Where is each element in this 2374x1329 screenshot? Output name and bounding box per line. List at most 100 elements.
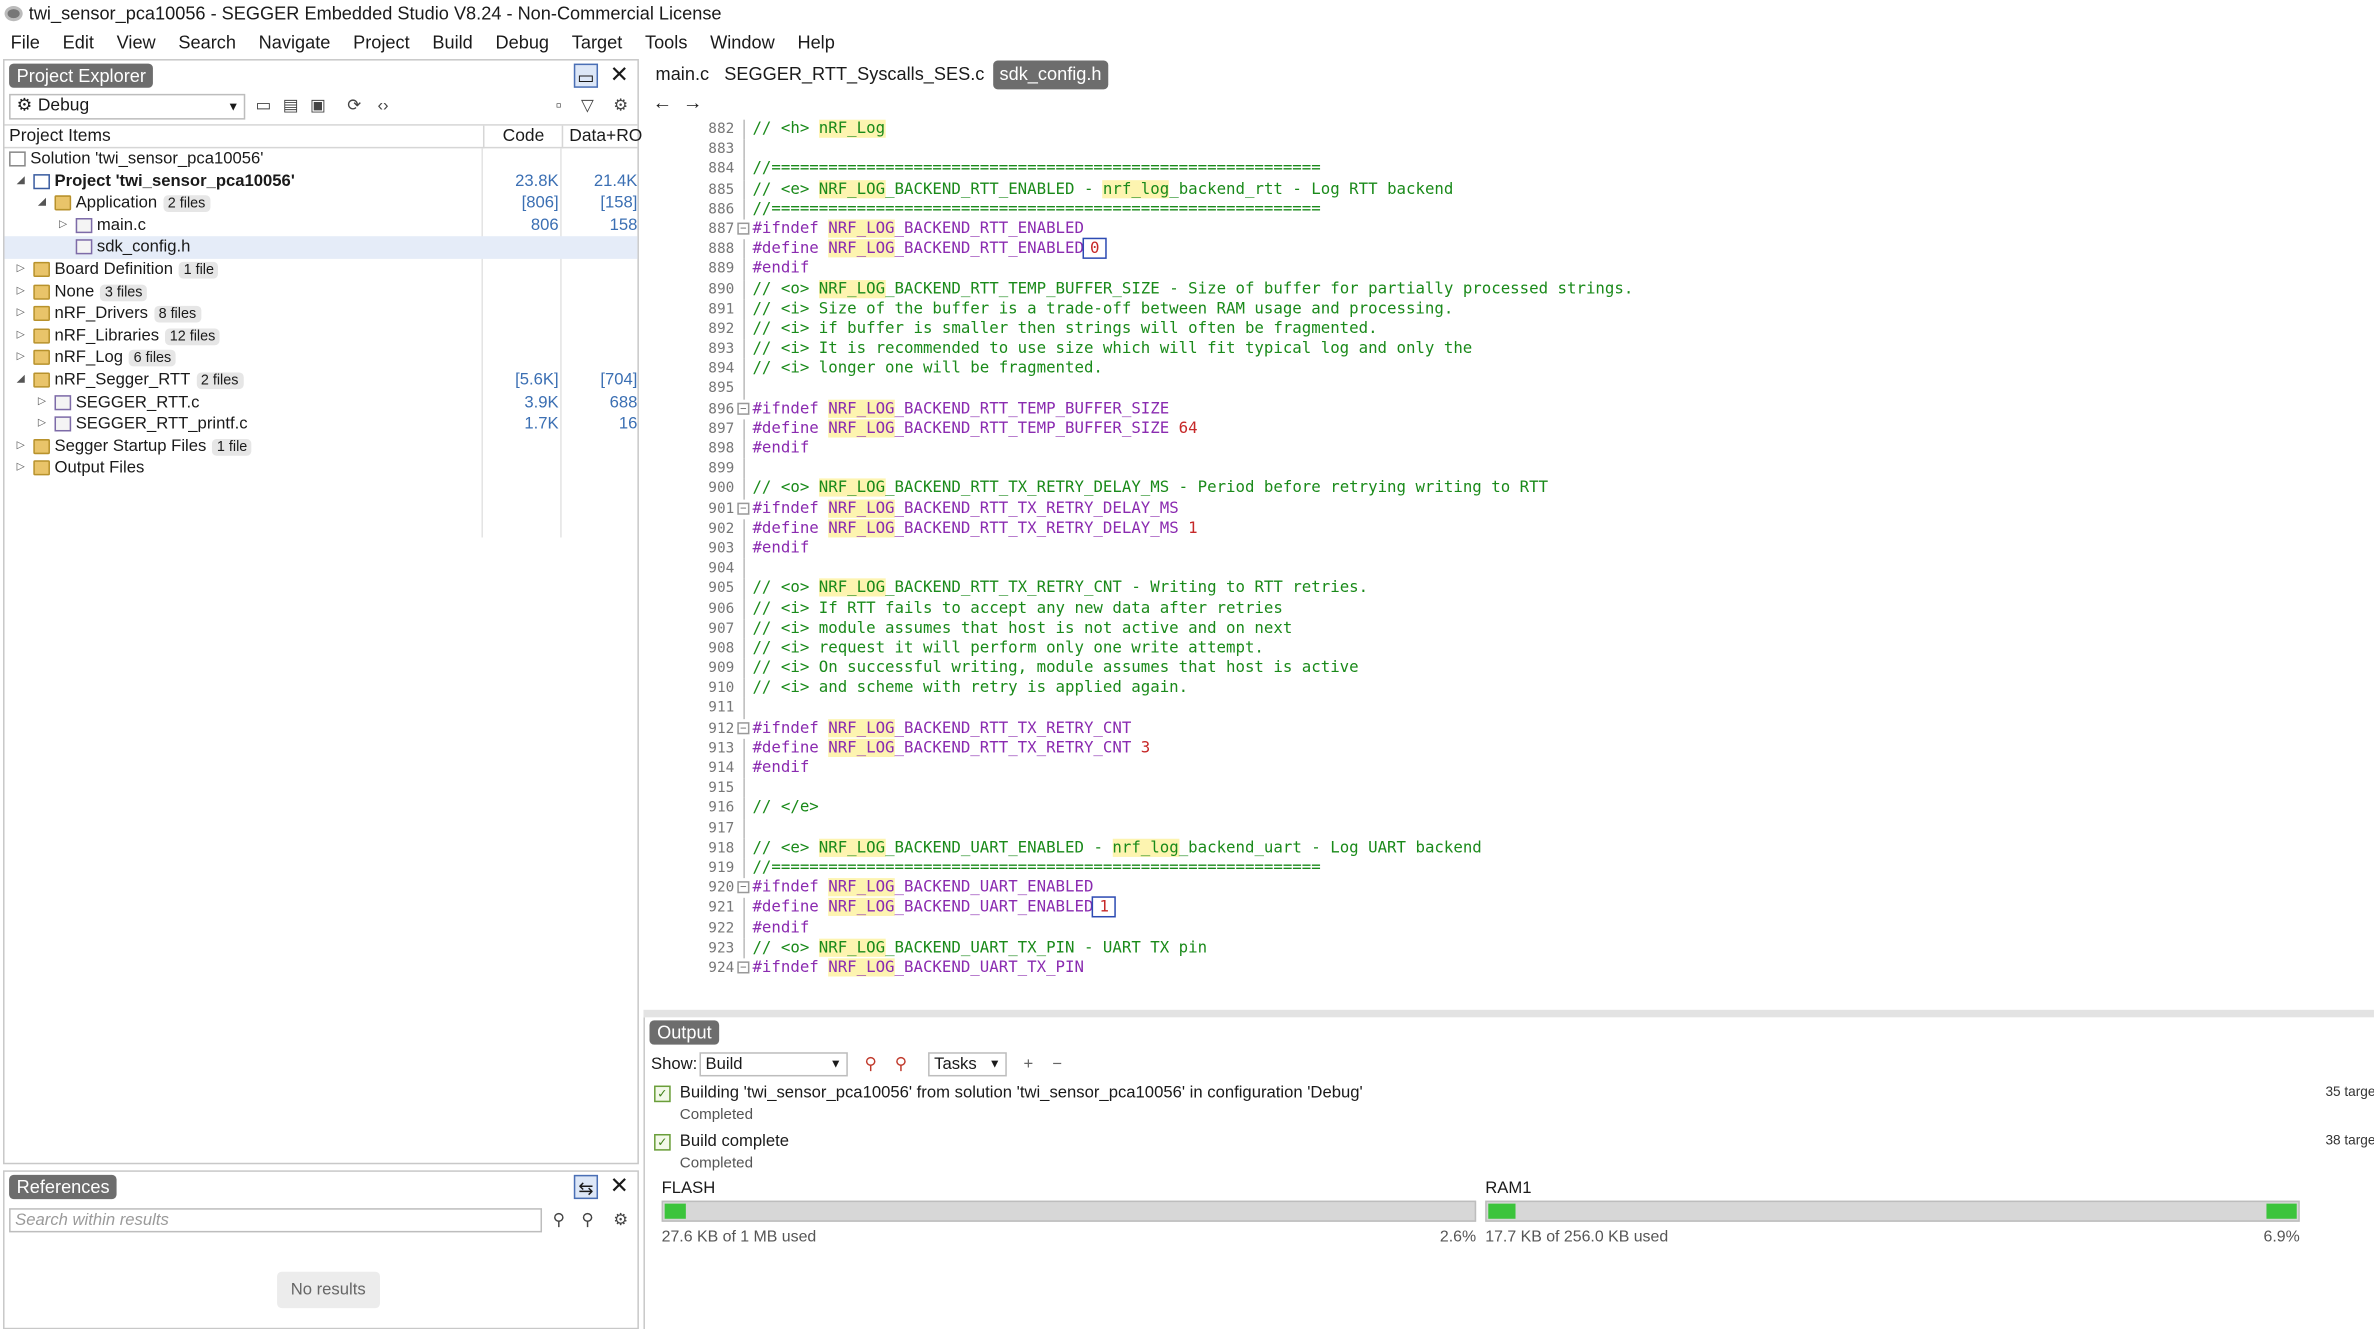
menu-view[interactable]: View bbox=[117, 29, 156, 56]
code-line: 907 // <i> module assumes that host is no… bbox=[643, 618, 2374, 639]
settings-icon[interactable]: ⚙ bbox=[610, 95, 631, 116]
code-text: // <o> NRF_LOG_BACKEND_RTT_TEMP_BUFFER_S… bbox=[752, 279, 1633, 299]
tree-item-label: nRF_Segger_RTT 2 files bbox=[55, 369, 243, 391]
code-line: 895 bbox=[643, 379, 2374, 400]
filter-icon[interactable]: ▽ bbox=[577, 95, 598, 116]
tree-expander-icon[interactable]: ▷ bbox=[38, 391, 46, 413]
search-icon[interactable]: ⚲ bbox=[548, 1210, 569, 1231]
menu-help[interactable]: Help bbox=[797, 29, 834, 56]
tab-sdk-config-h[interactable]: sdk_config.h bbox=[993, 60, 1108, 90]
tab-segger-rtt-syscalls-ses-c[interactable]: SEGGER_RTT_Syscalls_SES.c bbox=[718, 61, 990, 90]
data-size: [158] bbox=[600, 194, 638, 213]
menu-target[interactable]: Target bbox=[572, 29, 623, 56]
code-token: _backend_rtt - Log RTT backend bbox=[1169, 179, 1454, 198]
pin-icon[interactable]: ⇆ bbox=[573, 1174, 599, 1200]
column-code[interactable]: Code bbox=[482, 125, 562, 149]
tree-row[interactable]: ▷ main.c 806 158 bbox=[5, 215, 638, 237]
menu-edit[interactable]: Edit bbox=[63, 29, 94, 56]
fold-guide bbox=[743, 419, 745, 440]
data-size: 21.4K bbox=[593, 171, 638, 191]
tree-row[interactable]: ▷ nRF_Libraries 12 files bbox=[5, 325, 638, 347]
tree-expander-icon[interactable]: ▷ bbox=[17, 303, 25, 325]
tree-item-label: nRF_Drivers 8 files bbox=[55, 303, 201, 325]
code-size: 1.7K bbox=[524, 415, 559, 434]
tree-expander-icon[interactable]: ▷ bbox=[17, 281, 25, 303]
forward-arrow-icon[interactable]: → bbox=[683, 91, 703, 114]
fold-toggle-icon[interactable]: − bbox=[737, 402, 750, 415]
tree-expander-icon[interactable]: ▷ bbox=[59, 215, 67, 237]
settings-icon[interactable]: ⚙ bbox=[610, 1210, 631, 1231]
menu-window[interactable]: Window bbox=[710, 29, 775, 56]
tree-row[interactable]: ◢ Project 'twi_sensor_pca10056' 23.8K 21.4K bbox=[5, 170, 638, 192]
fold-toggle-icon[interactable]: − bbox=[737, 881, 750, 894]
column-data-ro[interactable]: Data+RO bbox=[561, 125, 642, 149]
tree-row[interactable]: ▷ nRF_Drivers 8 files bbox=[5, 303, 638, 325]
configuration-select[interactable]: ⚙ Debug ▼ bbox=[9, 93, 246, 120]
tree-row[interactable]: ▷ SEGGER_RTT_printf.c 1.7K 16 bbox=[5, 414, 638, 436]
tree-expander-icon[interactable]: ▷ bbox=[17, 458, 25, 480]
menu-tools[interactable]: Tools bbox=[645, 29, 687, 56]
tree-expander-icon[interactable]: ▷ bbox=[17, 325, 25, 347]
close-panel-icon[interactable]: ✕ bbox=[607, 63, 631, 88]
fold-toggle-icon[interactable]: − bbox=[737, 721, 750, 734]
tree-row[interactable]: ▷ None 3 files bbox=[5, 281, 638, 303]
menu-navigate[interactable]: Navigate bbox=[259, 29, 331, 56]
ide-window: twi_sensor_pca10056 - SEGGER Embedded St… bbox=[0, 0, 2374, 1329]
column-project-items[interactable]: Project Items bbox=[9, 126, 111, 149]
tree-row[interactable]: ◢ Application 2 files [806] [158] bbox=[5, 193, 638, 215]
tasks-select[interactable]: Tasks ▼ bbox=[928, 1052, 1007, 1077]
expand-all-icon[interactable]: + bbox=[1023, 1051, 1033, 1078]
maximize-panel-icon[interactable]: ▭ bbox=[573, 63, 599, 88]
menu-search[interactable]: Search bbox=[178, 29, 236, 56]
tree-expander-icon[interactable]: ◢ bbox=[17, 369, 25, 391]
code-text: // <o> NRF_LOG_BACKEND_RTT_TX_RETRY_CNT … bbox=[752, 578, 1368, 599]
tree-expander-icon[interactable]: ◢ bbox=[17, 170, 25, 192]
code-area[interactable]: 882 // <h> nRF_Log 883 884 //===============… bbox=[643, 119, 2374, 1045]
tree-expander-icon[interactable]: ▷ bbox=[17, 347, 25, 369]
tree-row[interactable]: ▷ nRF_Log 6 files bbox=[5, 347, 638, 369]
chevron-down-icon: ▼ bbox=[829, 1056, 842, 1071]
file-count-badge: 1 file bbox=[212, 438, 252, 456]
add-file-icon[interactable]: ▫ bbox=[548, 95, 569, 116]
tree-row[interactable]: ▷ Segger Startup Files 1 file bbox=[5, 436, 638, 458]
search-options-icon[interactable]: ⚲ bbox=[577, 1210, 598, 1231]
close-panel-icon[interactable]: ✕ bbox=[607, 1174, 631, 1199]
tree-row[interactable]: sdk_config.h bbox=[4, 236, 638, 259]
bookmark-next-icon[interactable]: ⚲ bbox=[895, 1051, 907, 1078]
tree-row[interactable]: ◢ nRF_Segger_RTT 2 files [5.6K] [704] bbox=[5, 369, 638, 391]
menu-debug[interactable]: Debug bbox=[496, 29, 550, 56]
fold-toggle-icon[interactable]: − bbox=[737, 961, 750, 974]
tree-row[interactable]: ▷ Board Definition 1 file bbox=[5, 259, 638, 281]
show-select[interactable]: Build ▼ bbox=[699, 1052, 848, 1077]
tree-expander-icon[interactable]: ▷ bbox=[17, 436, 25, 458]
tree-row[interactable]: ▷ SEGGER_RTT.c 3.9K 688 bbox=[5, 391, 638, 413]
tree-row[interactable]: Solution 'twi_sensor_pca10056' bbox=[5, 148, 638, 170]
fold-toggle-icon[interactable]: − bbox=[737, 501, 750, 515]
window-title: twi_sensor_pca10056 - SEGGER Embedded St… bbox=[28, 3, 722, 25]
fold-guide bbox=[743, 359, 745, 380]
references-search-input[interactable]: Search within results bbox=[9, 1208, 543, 1233]
fold-toggle-icon[interactable]: − bbox=[737, 222, 750, 235]
code-token: #endif bbox=[752, 758, 810, 777]
code-text: #define NRF_LOG_BACKEND_RTT_TX_RETRY_DEL… bbox=[752, 518, 1198, 539]
properties-icon[interactable]: ▣ bbox=[307, 95, 328, 116]
tree-expander-icon[interactable]: ◢ bbox=[38, 193, 46, 215]
back-arrow-icon[interactable]: ← bbox=[653, 91, 673, 114]
panel-splitter[interactable] bbox=[643, 1009, 2374, 1018]
code-line: 888 #define NRF_LOG_BACKEND_RTT_ENABLED 0 bbox=[643, 237, 2374, 260]
tree-row[interactable]: ▷ Output Files bbox=[5, 458, 638, 480]
tree-expander-icon[interactable]: ▷ bbox=[38, 414, 46, 436]
tree-item-label: nRF_Log 6 files bbox=[55, 347, 176, 369]
code-text: #define NRF_LOG_BACKEND_RTT_ENABLED 0 bbox=[752, 237, 1108, 260]
tree-expander-icon[interactable]: ▷ bbox=[17, 259, 25, 281]
tab-main-c[interactable]: main.c bbox=[650, 61, 716, 90]
menu-project[interactable]: Project bbox=[353, 29, 410, 56]
menu-file[interactable]: File bbox=[11, 29, 40, 56]
bookmark-prev-icon[interactable]: ⚲ bbox=[864, 1051, 876, 1078]
new-project-icon[interactable]: ▭ bbox=[253, 95, 274, 116]
collapse-all-icon[interactable]: − bbox=[1052, 1051, 1062, 1078]
menu-build[interactable]: Build bbox=[432, 29, 472, 56]
refresh-icon[interactable]: ⟳ bbox=[344, 95, 365, 116]
open-folder-icon[interactable]: ▤ bbox=[280, 95, 301, 116]
code-view-icon[interactable]: ‹› bbox=[372, 95, 393, 116]
